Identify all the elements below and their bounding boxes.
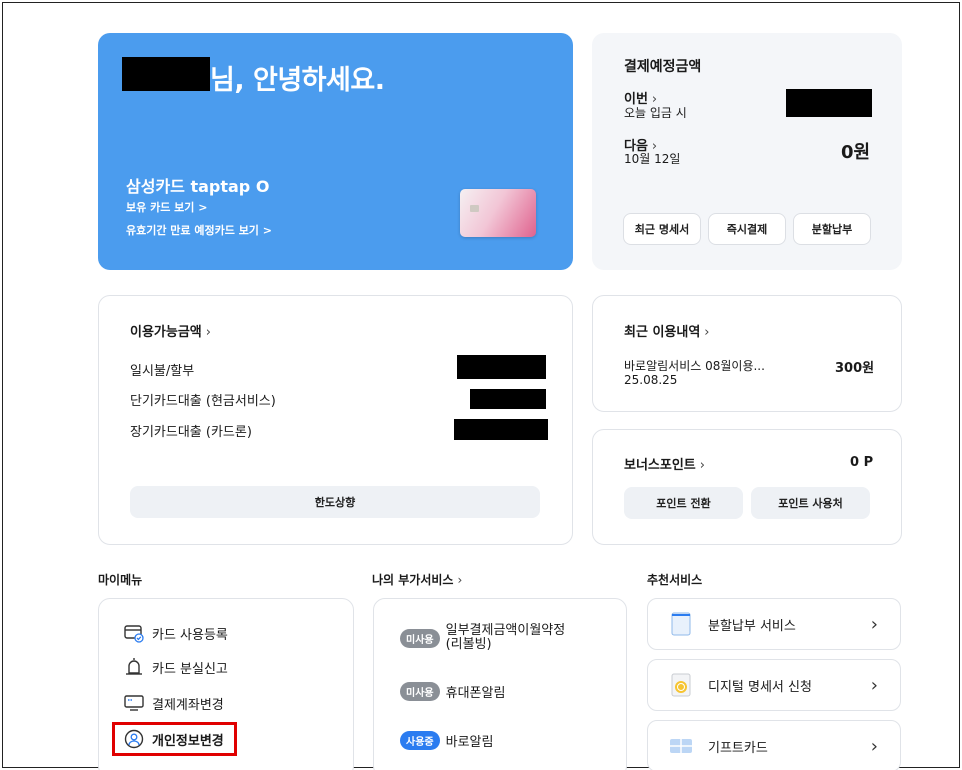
point-usage-button[interactable]: 포인트 사용처 xyxy=(751,487,870,519)
available-title-link[interactable]: 이용가능금액 › xyxy=(130,321,211,340)
recent-item-amount: 300원 xyxy=(835,361,875,376)
service-label: 휴대폰알림 xyxy=(445,686,506,701)
service-phone-alert[interactable]: 미사용 휴대폰알림 xyxy=(400,682,505,701)
service-instant-alert[interactable]: 사용중 바로알림 xyxy=(400,731,493,750)
chevron-right-icon: › xyxy=(457,573,463,587)
available-title: 이용가능금액 xyxy=(130,325,202,340)
greeting-text: 님, 안녕하세요. xyxy=(210,65,385,96)
service-label: 바로알림 xyxy=(445,735,494,750)
recommend-label: 분할납부 서비스 xyxy=(708,618,796,634)
menu-item-label: 결제계좌변경 xyxy=(152,697,224,713)
owned-cards-link[interactable]: 보유 카드 보기 > xyxy=(126,199,207,215)
chevron-right-icon: › xyxy=(870,674,878,696)
service-revolving[interactable]: 미사용 일부결제금액이월약정 (리볼빙) xyxy=(400,624,565,652)
available-row-label: 장기카드대출 (카드론) xyxy=(130,425,252,440)
menu-item-label: 카드 사용등록 xyxy=(152,627,228,643)
menu-card-lost[interactable]: 카드 분실신고 xyxy=(124,657,228,677)
service-label-sub: (리볼빙) xyxy=(445,637,492,652)
menu-item-label: 카드 분실신고 xyxy=(152,661,228,677)
extra-services-title: 나의 부가서비스 xyxy=(372,573,454,587)
redacted-name xyxy=(122,57,210,91)
redacted-amount xyxy=(470,389,546,409)
card-chip-icon xyxy=(470,205,479,212)
bonus-title: 보너스포인트 xyxy=(624,458,696,473)
recent-item-date: 25.08.25 xyxy=(624,373,678,387)
card-name: 삼성카드 taptap O xyxy=(126,177,270,196)
payment-next-date: 10월 12일 xyxy=(624,152,681,166)
my-menu-title: 마이메뉴 xyxy=(98,573,143,587)
recent-item-name[interactable]: 바로알림서비스 08월이용... xyxy=(624,357,765,374)
card-image[interactable] xyxy=(460,189,536,237)
recommend-label: 기프트카드 xyxy=(708,740,768,756)
chevron-right-icon: › xyxy=(870,735,878,757)
recent-usage-card xyxy=(592,295,902,412)
recommend-digital-statement[interactable]: 디지털 명세서 신청 › xyxy=(647,659,901,711)
redacted-amount xyxy=(454,419,548,440)
payment-title: 결제예정금액 xyxy=(624,59,702,75)
alarm-bell-icon xyxy=(126,658,142,675)
chevron-right-icon: › xyxy=(870,613,878,635)
payment-next-amount: 0원 xyxy=(841,142,871,163)
recent-title-link[interactable]: 최근 이용내역 › xyxy=(624,321,710,340)
redacted-amount xyxy=(457,355,546,379)
available-row-label: 단기카드대출 (현금서비스) xyxy=(130,394,276,409)
gift-card-icon xyxy=(670,739,692,753)
recent-statement-button[interactable]: 최근 명세서 xyxy=(623,213,701,245)
bonus-value: 0 P xyxy=(850,455,874,470)
menu-card-register[interactable]: 카드 사용등록 xyxy=(124,623,228,643)
status-badge: 사용중 xyxy=(400,731,440,750)
recent-title: 최근 이용내역 xyxy=(624,325,701,340)
recommend-label: 디지털 명세서 신청 xyxy=(708,679,812,695)
installment-button[interactable]: 분할납부 xyxy=(793,213,871,245)
payment-current-sub: 오늘 입금 시 xyxy=(624,106,687,120)
point-convert-button[interactable]: 포인트 전환 xyxy=(624,487,743,519)
status-badge: 미사용 xyxy=(400,682,440,701)
recommend-installment[interactable]: 분할납부 서비스 › xyxy=(647,598,901,650)
recommended-title: 추천서비스 xyxy=(647,573,703,587)
extra-services-title-link[interactable]: 나의 부가서비스 › xyxy=(372,571,462,588)
expiring-cards-link[interactable]: 유효기간 만료 예정카드 보기 > xyxy=(126,222,272,238)
highlight-box xyxy=(112,722,237,756)
monitor-icon xyxy=(124,695,144,711)
service-label: 일부결제금액이월약정 xyxy=(445,623,566,638)
card-check-icon xyxy=(124,625,144,643)
coin-document-icon xyxy=(671,673,691,697)
recommend-gift-card[interactable]: 기프트카드 › xyxy=(647,720,901,770)
limit-increase-button[interactable]: 한도상향 xyxy=(130,486,540,518)
status-badge: 미사용 xyxy=(400,628,440,648)
chevron-right-icon: › xyxy=(704,325,710,340)
menu-account-change[interactable]: 결제계좌변경 xyxy=(124,693,224,713)
redacted-current-amount xyxy=(786,89,872,117)
available-row-label: 일시불/할부 xyxy=(130,364,195,379)
bonus-title-link[interactable]: 보너스포인트 › xyxy=(624,454,705,473)
chevron-right-icon: › xyxy=(699,458,705,473)
chevron-right-icon: › xyxy=(205,325,211,340)
instant-pay-button[interactable]: 즉시결제 xyxy=(708,213,786,245)
document-icon xyxy=(671,612,691,636)
